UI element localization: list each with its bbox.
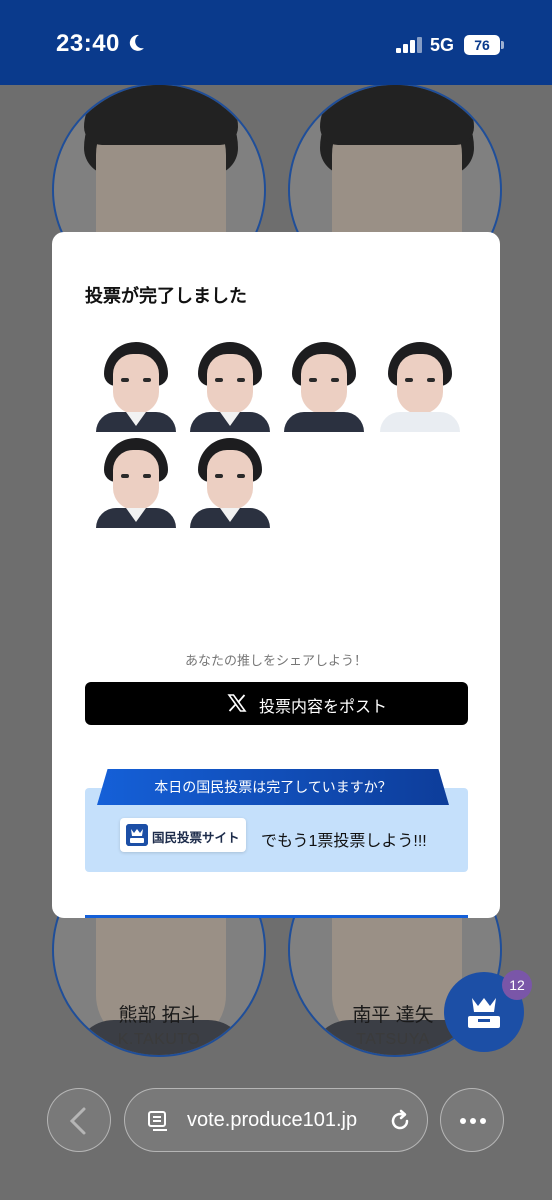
back-button[interactable] xyxy=(47,1088,111,1152)
voted-member-photo xyxy=(96,434,176,528)
reload-icon[interactable] xyxy=(387,1108,413,1134)
voted-member-photo xyxy=(190,338,270,432)
modal-title: 投票が完了しました xyxy=(85,286,247,306)
address-bar[interactable]: vote.produce101.jp xyxy=(124,1088,428,1152)
member-name: 熊部 拓斗 xyxy=(118,1005,200,1026)
ellipsis-icon xyxy=(460,1118,486,1124)
url-text: vote.produce101.jp xyxy=(187,1109,358,1131)
x-logo-icon xyxy=(227,694,247,712)
share-caption: あなたの推しをシェアしよう！ xyxy=(184,653,367,668)
network-label: 5G xyxy=(430,35,455,55)
vote-complete-modal: 投票が完了しました あなたの推しをシェアしよう！ 投票内容をポスト 国民投票サイ… xyxy=(52,232,500,918)
ballot-box-icon xyxy=(126,824,148,846)
battery-tip xyxy=(501,41,504,49)
moon-icon xyxy=(129,34,144,51)
site-button-label: 国民投票サイト xyxy=(152,831,240,845)
banner-text: でもう1票投票しよう!!! xyxy=(261,833,427,850)
signal-icon xyxy=(396,37,422,53)
voted-member-photo xyxy=(96,338,176,432)
browser-toolbar: vote.produce101.jp xyxy=(0,1080,552,1200)
chevron-left-icon xyxy=(69,1107,86,1135)
member-roman-name: K.TAKUTO xyxy=(117,1031,201,1048)
post-button-label: 投票内容をポスト xyxy=(259,699,388,716)
status-bar: 23:40 5G 76 xyxy=(0,0,552,85)
battery-icon: 76 xyxy=(464,35,500,55)
vote-count-badge: 12 xyxy=(502,970,532,1000)
status-time: 23:40 xyxy=(56,30,120,57)
national-vote-site-button[interactable]: 国民投票サイト xyxy=(120,818,246,852)
divider xyxy=(85,915,468,918)
post-to-x-button[interactable]: 投票内容をポスト xyxy=(85,682,468,725)
page-menu-icon[interactable] xyxy=(147,1109,171,1133)
voted-member-photo xyxy=(284,338,364,432)
voted-member-photo xyxy=(380,338,460,432)
banner-title: 本日の国民投票は完了していますか？ xyxy=(97,769,449,805)
more-options-button[interactable] xyxy=(440,1088,504,1152)
voted-member-photo xyxy=(190,434,270,528)
ballot-box-icon xyxy=(468,998,500,1028)
